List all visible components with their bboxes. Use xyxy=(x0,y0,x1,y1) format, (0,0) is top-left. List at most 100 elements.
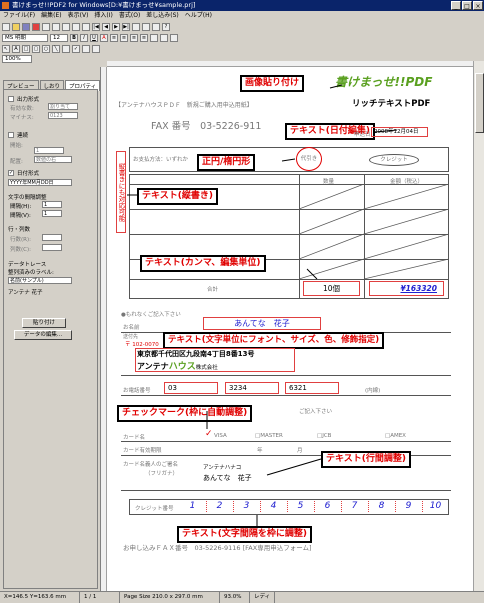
menu-help[interactable]: ヘルプ(H) xyxy=(185,11,212,21)
rows-input[interactable] xyxy=(42,234,62,241)
status-bar: X=146.5 Y=163.6 mm 1 / 1 Page Size 210.0… xyxy=(0,591,484,603)
merge-field-select[interactable]: 名前(サンプル) xyxy=(8,277,72,284)
zoom-select[interactable]: 100% xyxy=(2,55,32,63)
window-title: 書けまっせ!!PDF2 for Windows[D:¥書けまっせ¥sample.… xyxy=(12,1,196,9)
menu-merge[interactable]: 差し込み(S) xyxy=(146,11,179,21)
zoom-out-icon[interactable] xyxy=(152,23,160,31)
menu-edit[interactable]: 編集(E) xyxy=(41,11,61,21)
next-page-icon[interactable]: ▶ xyxy=(112,23,120,31)
title-bar: 書けまっせ!!PDF2 for Windows[D:¥書けまっせ¥sample.… xyxy=(0,0,484,11)
h-spacing-label: 間隔(H): xyxy=(10,204,32,210)
properties-body: 出力形式 有効な数: 割り当て マイナス: 0123 連続 開始: 1 配置: … xyxy=(3,89,98,589)
output-format-label: 出力形式 xyxy=(17,97,40,103)
valign-middle-icon[interactable] xyxy=(160,34,168,42)
menu-format[interactable]: 書式(O) xyxy=(119,11,140,21)
align-center-icon[interactable]: ≡ xyxy=(120,34,128,42)
place-select[interactable]: 数値の右 xyxy=(34,156,72,163)
bold-icon[interactable]: B xyxy=(70,34,78,42)
place-label: 配置: xyxy=(10,159,23,165)
cols-label: 列数(C): xyxy=(10,247,31,253)
menu-view[interactable]: 表示(V) xyxy=(68,11,89,21)
minus-label: マイナス: xyxy=(10,115,34,121)
check-tool-icon[interactable]: ✓ xyxy=(72,45,80,53)
pdf-icon[interactable] xyxy=(32,23,40,31)
first-page-icon[interactable]: |◀ xyxy=(92,23,100,31)
start-label: 開始: xyxy=(10,143,23,149)
valign-top-icon[interactable] xyxy=(150,34,158,42)
paste-icon[interactable] xyxy=(72,23,80,31)
paste-button[interactable]: 貼り付け xyxy=(22,318,66,328)
vertical-scrollbar[interactable] xyxy=(473,61,484,591)
cut-icon[interactable] xyxy=(52,23,60,31)
valign-bottom-icon[interactable] xyxy=(170,34,178,42)
menu-bar: ファイル(F) 編集(E) 表示(V) 挿入(I) 書式(O) 差し込み(S) … xyxy=(0,11,484,21)
rect-tool-icon[interactable]: □ xyxy=(22,45,30,53)
merge-label: データトレース xyxy=(8,262,47,268)
v-spacing-label: 間隔(V): xyxy=(10,213,31,219)
minimize-button[interactable]: _ xyxy=(451,1,461,10)
justify-icon[interactable]: ≡ xyxy=(140,34,148,42)
serial-label: 連続 xyxy=(17,133,29,139)
stamp-tool-icon[interactable] xyxy=(82,45,90,53)
rows-cols-label: 行・列数 xyxy=(8,227,31,233)
rows-label: 行数(R): xyxy=(10,237,31,243)
status-ready: レディ xyxy=(250,592,276,603)
size-select[interactable]: 割り当て xyxy=(48,103,78,110)
scroll-thumb[interactable] xyxy=(475,73,484,133)
toolbar-draw: ↖ A □ ▢ ○ ╲ ✓ xyxy=(0,44,484,54)
window-controls: _ □ × xyxy=(451,1,483,10)
serial-checkbox[interactable] xyxy=(8,132,14,138)
image-tool-icon[interactable] xyxy=(62,45,70,53)
status-zoom: 93.0% xyxy=(220,592,250,603)
toolbar-standard: |◀ ◀ ▶ ▶| ? xyxy=(0,22,484,32)
copy-icon[interactable] xyxy=(62,23,70,31)
barcode-icon[interactable] xyxy=(92,45,100,53)
size-label: 有効な数: xyxy=(10,106,34,112)
new-icon[interactable] xyxy=(2,23,10,31)
text-tool-icon[interactable]: A xyxy=(12,45,20,53)
minus-select[interactable]: 0123 xyxy=(48,112,78,119)
start-input[interactable]: 1 xyxy=(34,147,64,154)
date-format-checkbox[interactable]: ✓ xyxy=(8,170,14,176)
zoom-in-icon[interactable] xyxy=(142,23,150,31)
prev-page-icon[interactable]: ◀ xyxy=(102,23,110,31)
h-spacing-input[interactable]: 1 xyxy=(42,201,62,208)
open-icon[interactable] xyxy=(12,23,20,31)
app-icon xyxy=(2,2,9,9)
font-select[interactable]: MS 明朝 xyxy=(2,34,48,42)
italic-icon[interactable]: I xyxy=(80,34,88,42)
print-icon[interactable] xyxy=(42,23,50,31)
document-page[interactable]: 書けまっせ!!PDF リッチテキストPDF 画像貼り付け 【アンテナハウスＰＤＦ… xyxy=(107,67,473,591)
spacing-label: 文字の間隔調整 xyxy=(8,195,47,201)
status-coords: X=146.5 Y=163.6 mm xyxy=(0,592,80,603)
merge-preview: アンテナ 花子 xyxy=(8,290,43,296)
line-tool-icon[interactable]: ╲ xyxy=(52,45,60,53)
round-rect-icon[interactable]: ▢ xyxy=(32,45,40,53)
merge-sub-label: 整列済みのラベル: xyxy=(8,270,54,276)
date-format-select[interactable]: YYYY年MM月DD日 xyxy=(8,179,72,186)
grid-icon[interactable] xyxy=(132,23,140,31)
output-format-checkbox[interactable] xyxy=(8,96,14,102)
select-arrow-icon[interactable]: ↖ xyxy=(2,45,10,53)
save-icon[interactable] xyxy=(22,23,30,31)
cols-input[interactable] xyxy=(42,244,62,251)
undo-icon[interactable] xyxy=(82,23,90,31)
maximize-button[interactable]: □ xyxy=(462,1,472,10)
underline-icon[interactable]: U xyxy=(90,34,98,42)
align-right-icon[interactable]: ≡ xyxy=(130,34,138,42)
size-select[interactable]: 12 xyxy=(50,34,68,42)
color-icon[interactable]: A xyxy=(100,34,108,42)
edit-data-button[interactable]: データの編集... xyxy=(14,330,72,340)
v-spacing-input[interactable]: 1 xyxy=(42,210,62,217)
menu-file[interactable]: ファイル(F) xyxy=(3,11,35,21)
callout-pointers xyxy=(127,84,398,526)
align-left-icon[interactable]: ≡ xyxy=(110,34,118,42)
ellipse-tool-icon[interactable]: ○ xyxy=(42,45,50,53)
last-page-icon[interactable]: ▶| xyxy=(122,23,130,31)
toolbar-format: MS 明朝 12 B I U A ≡ ≡ ≡ ≡ xyxy=(0,33,484,43)
help-icon[interactable]: ? xyxy=(162,23,170,31)
menu-insert[interactable]: 挿入(I) xyxy=(94,11,112,21)
close-button[interactable]: × xyxy=(473,1,483,10)
status-page-size: Page Size 210.0 x 297.0 mm xyxy=(120,592,220,603)
date-format-label: 日付形式 xyxy=(17,171,40,177)
